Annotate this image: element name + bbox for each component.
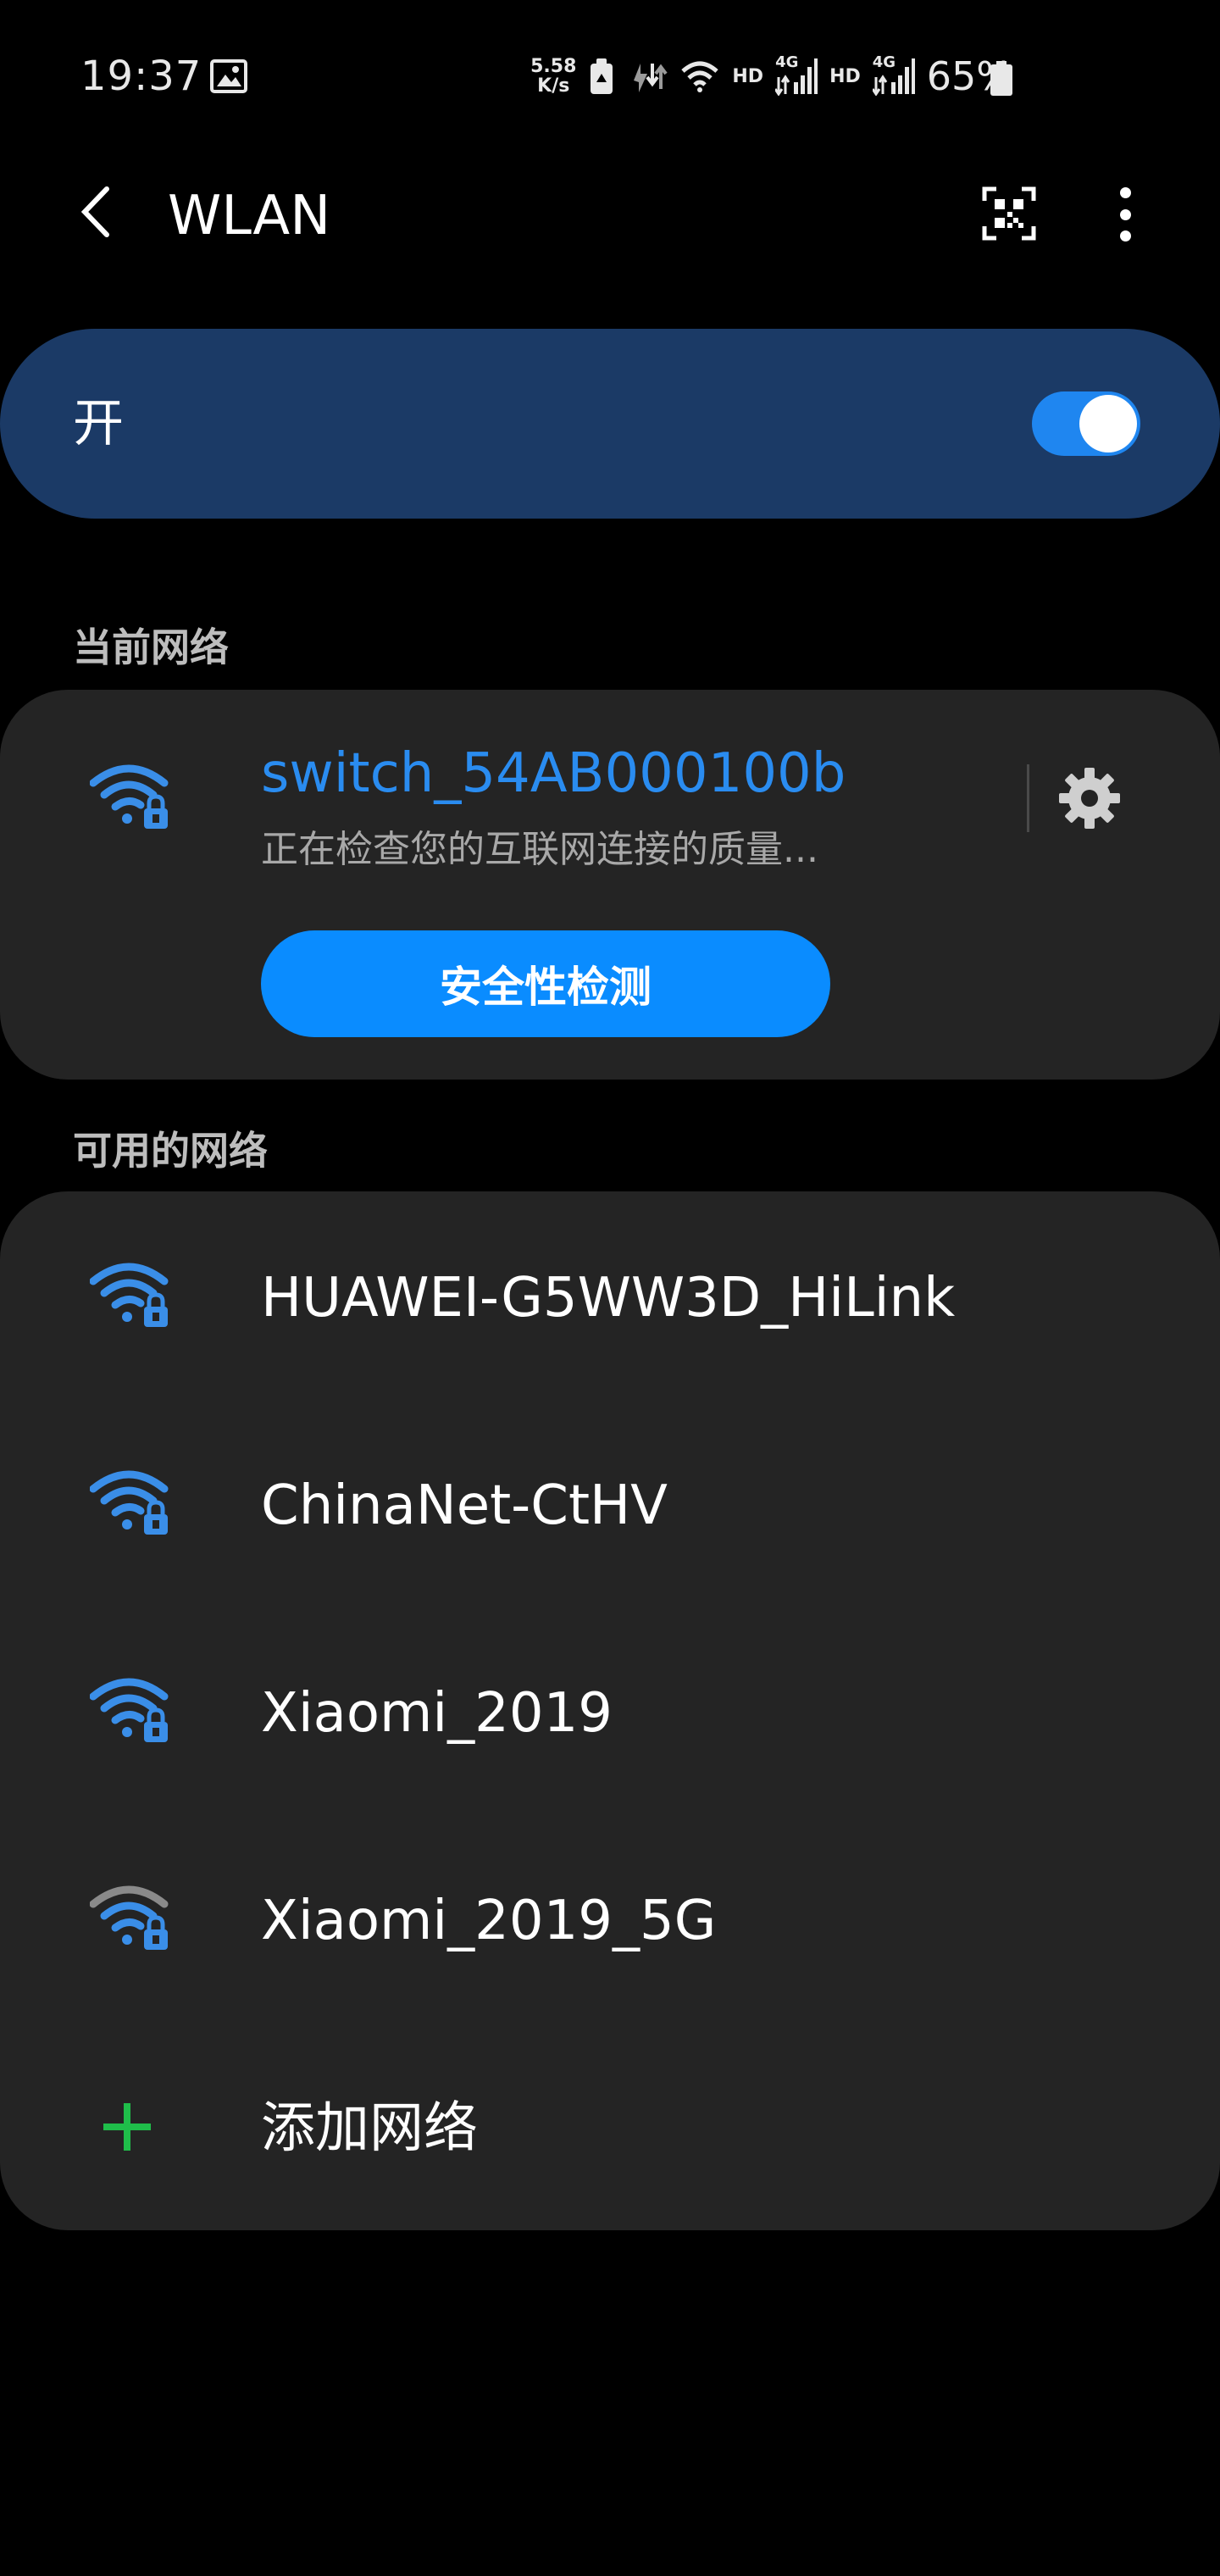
vertical-divider	[1027, 764, 1029, 832]
more-dot-icon	[1119, 187, 1131, 198]
wifi-lock-icon	[90, 1470, 169, 1535]
wlan-settings-screen: 19:37 5.58 K/s HD 4G HD 4G 65% WLAN 开 当前…	[0, 0, 1220, 2576]
image-notification-icon	[210, 59, 247, 93]
plus-icon	[103, 2103, 151, 2151]
current-network-card: switch_54AB000100b 正在检查您的互联网连接的质量... 安全性…	[0, 690, 1220, 1080]
app-bar: WLAN	[0, 157, 1220, 267]
network-speed: 5.58 K/s	[530, 57, 576, 96]
network-settings-button[interactable]	[1056, 764, 1123, 832]
more-dot-icon	[1119, 230, 1131, 242]
network-speed-value: 5.58	[530, 56, 577, 77]
network-name: Xiaomi_2019	[261, 1682, 613, 1745]
recycle-icon	[591, 58, 613, 94]
status-indicators: 5.58 K/s HD 4G HD 4G 65%	[530, 51, 1013, 102]
wlan-toggle[interactable]	[1032, 391, 1140, 456]
wlan-switch-label: 开	[73, 394, 124, 453]
available-networks-section-title: 可用的网络	[73, 1128, 268, 1174]
signal-bars-icon	[872, 58, 915, 96]
network-name: Xiaomi_2019_5G	[261, 1890, 717, 1952]
current-network-name[interactable]: switch_54AB000100b	[261, 742, 846, 805]
network-list-item[interactable]: Xiaomi_2019	[0, 1607, 1220, 1814]
available-networks-card: HUAWEI-G5WW3D_HiLink ChinaNet-CtHV Xiaom…	[0, 1191, 1220, 2230]
qr-code-scan-icon	[982, 186, 1036, 241]
hd-voice-label-1: HD	[732, 65, 764, 87]
wifi-lock-icon	[90, 1885, 169, 1950]
current-network-status: 正在检查您的互联网连接的质量...	[261, 828, 818, 871]
data-transfer-icon	[634, 64, 668, 92]
page-title: WLAN	[168, 185, 331, 247]
security-check-button[interactable]: 安全性检测	[261, 930, 830, 1037]
signal-bars-icon	[775, 58, 818, 96]
more-options-button[interactable]	[1101, 182, 1149, 247]
add-network-item[interactable]: 添加网络	[0, 2022, 1220, 2229]
cellular-signal-1: 4G	[775, 53, 818, 96]
network-list-item[interactable]: Xiaomi_2019_5G	[0, 1814, 1220, 2022]
network-name: HUAWEI-G5WW3D_HiLink	[261, 1267, 956, 1330]
gear-icon	[1059, 768, 1120, 829]
network-name: ChinaNet-CtHV	[261, 1474, 668, 1537]
toggle-knob	[1079, 395, 1137, 452]
current-network-section-title: 当前网络	[73, 625, 229, 670]
wifi-lock-icon	[90, 1263, 169, 1327]
wifi-status-icon	[681, 61, 719, 92]
hd-voice-label-2: HD	[829, 65, 861, 87]
status-bar: 19:37 5.58 K/s HD 4G HD 4G 65%	[0, 0, 1220, 157]
more-dot-icon	[1119, 208, 1131, 220]
wlan-master-switch-card[interactable]: 开	[0, 329, 1220, 519]
qr-code-button[interactable]	[981, 186, 1037, 242]
cellular-signal-2: 4G	[872, 53, 915, 96]
wifi-lock-icon	[90, 764, 169, 829]
status-time: 19:37	[80, 53, 202, 100]
back-button[interactable]	[69, 182, 120, 242]
wifi-lock-icon	[90, 1678, 169, 1742]
battery-icon	[990, 61, 1012, 96]
network-list-item[interactable]: HUAWEI-G5WW3D_HiLink	[0, 1191, 1220, 1399]
add-network-label: 添加网络	[261, 2097, 478, 2160]
chevron-left-icon	[80, 186, 109, 237]
network-list-item[interactable]: ChinaNet-CtHV	[0, 1399, 1220, 1607]
network-speed-unit: K/s	[537, 75, 570, 97]
